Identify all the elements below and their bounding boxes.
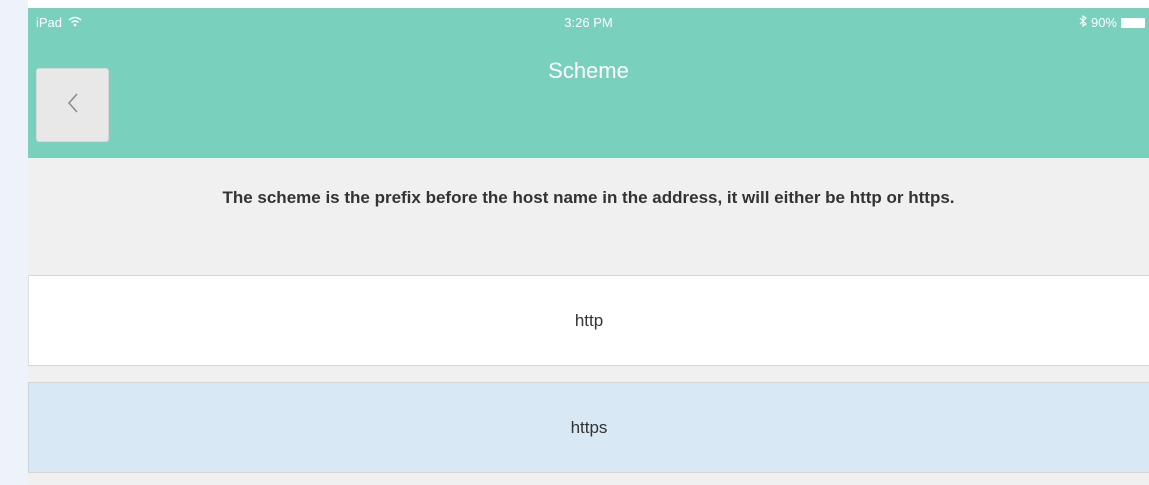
page-title: Scheme bbox=[548, 58, 629, 83]
battery-percent: 90% bbox=[1090, 15, 1117, 30]
status-time: 3:26 PM bbox=[564, 15, 613, 30]
status-bar: iPad 3:26 PM 90% bbox=[28, 8, 1149, 36]
scheme-description: The scheme is the prefix before the host… bbox=[222, 188, 955, 207]
option-label: http bbox=[574, 310, 604, 330]
battery-icon bbox=[1121, 17, 1145, 28]
option-label: https bbox=[570, 417, 608, 437]
bluetooth-icon bbox=[1079, 14, 1087, 30]
header-bar: iPad 3:26 PM 90% Scheme bbox=[28, 8, 1149, 158]
status-right: 90% bbox=[1079, 14, 1145, 30]
left-margin-strip bbox=[0, 0, 28, 485]
back-button[interactable] bbox=[36, 68, 109, 142]
option-https[interactable]: https bbox=[28, 382, 1149, 473]
chevron-left-icon bbox=[66, 92, 80, 119]
app-screen: iPad 3:26 PM 90% Scheme The scheme is th… bbox=[28, 8, 1149, 485]
option-http[interactable]: http bbox=[28, 275, 1149, 366]
